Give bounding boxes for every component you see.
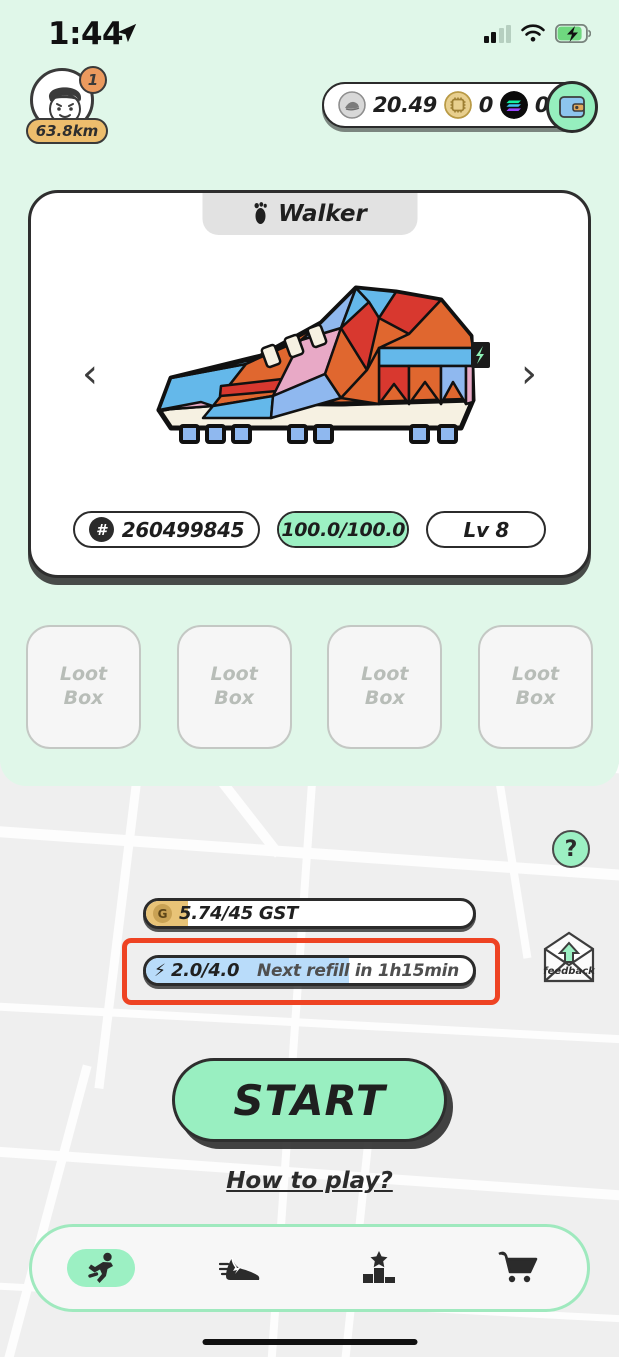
nav-active-pill — [67, 1249, 136, 1287]
durability-chip[interactable]: 100.0/100.0 — [277, 511, 410, 548]
start-button-label: START — [233, 1075, 386, 1125]
sneaker-nft-icon — [156, 285, 490, 444]
how-to-play-link[interactable]: How to play? — [0, 1168, 619, 1194]
gst-coin-icon: G — [153, 904, 172, 923]
wallet-icon — [559, 96, 585, 118]
currency-bar[interactable]: 20.49 0 0 — [321, 81, 598, 133]
energy-progress-bar[interactable]: ⚡ 2.0/4.0 Next refill in 1h15min — [143, 955, 476, 986]
status-time: 1:44 — [48, 16, 124, 52]
nav-item-run[interactable] — [32, 1227, 171, 1309]
currency-gst[interactable]: 0 — [443, 91, 494, 119]
next-shoe-button[interactable]: › — [508, 348, 550, 400]
home-indicator — [202, 1339, 417, 1345]
total-distance-label: 63.8km — [26, 118, 108, 144]
loot-box-slot[interactable]: Loot Box — [176, 625, 292, 749]
shoe-stats-row: # 260499845 100.0/100.0 Lv 8 — [31, 511, 588, 548]
leaderboard-podium-star-icon — [362, 1251, 395, 1283]
prev-shoe-button[interactable]: ‹ — [69, 348, 111, 400]
gmt-token-icon — [338, 91, 366, 119]
top-panel: 1:44 1 63.8km 20.49 0 0 Walker ‹ › # 260… — [0, 0, 619, 786]
nav-pill — [206, 1249, 274, 1287]
cellular-signal-icon — [483, 25, 511, 43]
shoe-level-value: Lv 8 — [463, 517, 510, 542]
wifi-icon — [521, 24, 545, 42]
profile-avatar-button[interactable]: 1 63.8km — [26, 66, 110, 148]
loot-box-row: Loot Box Loot Box Loot Box Loot Box — [26, 625, 593, 749]
battery-charging-icon — [555, 24, 591, 43]
feedback-button[interactable]: feedback — [541, 925, 597, 983]
nav-item-shoes[interactable] — [171, 1227, 310, 1309]
currency-gst-value: 0 — [478, 93, 494, 117]
feedback-label: feedback — [543, 966, 595, 977]
loot-box-label-line2: Box — [515, 687, 556, 709]
location-arrow-icon — [117, 23, 137, 43]
lightning-bolt-icon: ⚡ — [154, 960, 166, 981]
shoe-card[interactable]: Walker ‹ › # 260499845 100.0/100.0 Lv 8 — [28, 190, 591, 578]
shoe-type-label: Walker — [278, 201, 367, 227]
nav-item-leaderboard[interactable] — [310, 1227, 449, 1309]
running-person-icon — [88, 1252, 114, 1283]
notification-badge: 1 — [79, 66, 107, 94]
loot-box-label-line1: Loot — [361, 663, 409, 686]
energy-value-label: 2.0/4.0 — [170, 960, 240, 981]
loot-box-slot[interactable]: Loot Box — [327, 625, 443, 749]
gst-token-icon — [443, 91, 472, 119]
gst-value-label: 5.74/45 GST — [179, 903, 299, 924]
status-indicators — [483, 24, 591, 43]
currency-gmt[interactable]: 20.49 — [338, 91, 437, 119]
help-button[interactable]: ? — [552, 830, 590, 868]
energy-refill-label: Next refill in 1h15min — [257, 960, 459, 981]
loot-box-label-line1: Loot — [210, 663, 258, 686]
gst-progress-bar[interactable]: G 5.74/45 GST — [143, 898, 476, 929]
shopping-cart-icon — [497, 1251, 537, 1283]
loot-box-label-line2: Box — [63, 687, 104, 709]
status-bar: 1:44 — [0, 0, 619, 62]
nav-pill — [484, 1249, 552, 1287]
loot-box-label-line1: Loot — [511, 663, 560, 686]
loot-box-label-line1: Loot — [59, 663, 108, 686]
bottom-navigation — [29, 1224, 590, 1312]
nav-item-marketplace[interactable] — [448, 1227, 587, 1309]
shoe-type-tab[interactable]: Walker — [202, 193, 417, 235]
wallet-button[interactable] — [546, 81, 598, 133]
currency-sol[interactable]: 0 — [499, 91, 550, 119]
solana-token-icon — [499, 91, 528, 119]
durability-value: 100.0/100.0 — [281, 518, 406, 541]
map-road — [0, 999, 619, 1049]
loot-box-label-line2: Box — [214, 687, 255, 709]
loot-box-slot[interactable]: Loot Box — [26, 625, 141, 749]
loot-box-slot[interactable]: Loot Box — [477, 625, 593, 749]
shoe-id-value: 260499845 — [121, 517, 245, 542]
shoe-level-chip[interactable]: Lv 8 — [426, 511, 547, 548]
loot-box-label-line2: Box — [364, 687, 405, 709]
map-road — [0, 1064, 92, 1357]
footprint-icon — [254, 202, 267, 224]
sneaker-icon — [219, 1257, 260, 1280]
currency-gmt-value: 20.49 — [372, 93, 437, 117]
shoe-id-chip[interactable]: # 260499845 — [72, 511, 261, 548]
nav-pill — [345, 1249, 413, 1287]
hash-icon: # — [88, 517, 114, 542]
start-button[interactable]: START — [172, 1058, 447, 1142]
